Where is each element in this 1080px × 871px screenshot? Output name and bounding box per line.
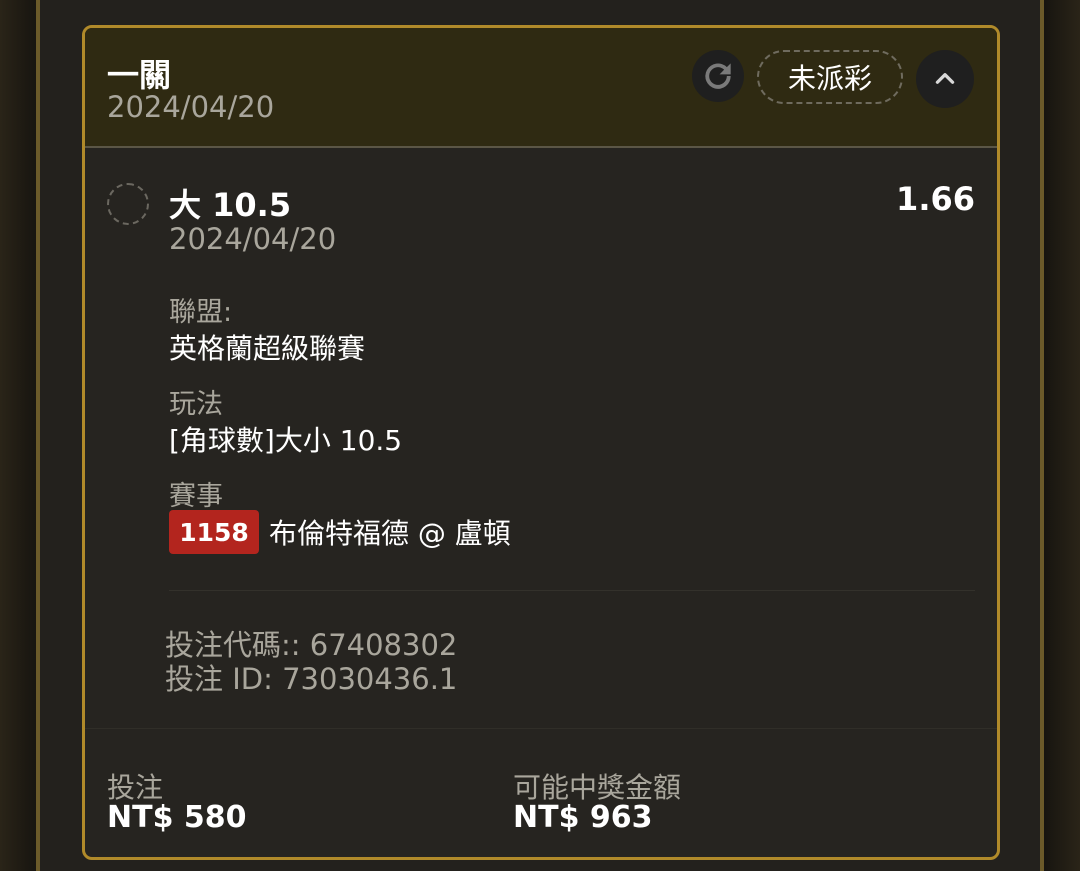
- right-backdrop: [1040, 0, 1080, 871]
- settlement-status-button[interactable]: 未派彩: [757, 50, 903, 104]
- bet-id: 投注 ID: 73030436.1: [165, 662, 458, 696]
- collapse-button[interactable]: [916, 50, 974, 108]
- match-row: 1158 布倫特福德 @ 盧頓: [169, 510, 511, 554]
- selection-radio[interactable]: [107, 183, 149, 225]
- divider: [169, 590, 975, 591]
- right-rail: [1040, 0, 1044, 871]
- league-label: 聯盟:: [169, 297, 233, 328]
- bet-card: 一關 2024/04/20 未派彩 大 10.5 1.66 2024/04/20…: [82, 25, 1000, 860]
- left-backdrop: [0, 0, 40, 871]
- league-value: 英格蘭超級聯賽: [169, 332, 366, 365]
- market-value: [角球數]大小 10.5: [169, 424, 403, 457]
- bet-card-header: 一關 2024/04/20 未派彩: [85, 28, 997, 148]
- bet-date: 2024/04/20: [107, 90, 275, 124]
- match-label: 賽事: [169, 481, 223, 512]
- refresh-icon: [705, 63, 731, 89]
- refresh-button[interactable]: [692, 50, 744, 102]
- footer-divider: [85, 728, 997, 729]
- selection-odds: 1.66: [896, 180, 975, 218]
- chevron-up-icon: [935, 73, 955, 84]
- settlement-status-label: 未派彩: [787, 62, 872, 95]
- match-id-badge: 1158: [169, 510, 259, 554]
- market-label: 玩法: [169, 389, 223, 420]
- selection-name: 大 10.5: [169, 186, 292, 224]
- selection-date: 2024/04/20: [169, 222, 337, 256]
- left-rail: [36, 0, 40, 871]
- payout-value: NT$ 963: [513, 800, 653, 835]
- stake-value: NT$ 580: [107, 800, 247, 835]
- match-name: 布倫特福德 @ 盧頓: [269, 517, 511, 550]
